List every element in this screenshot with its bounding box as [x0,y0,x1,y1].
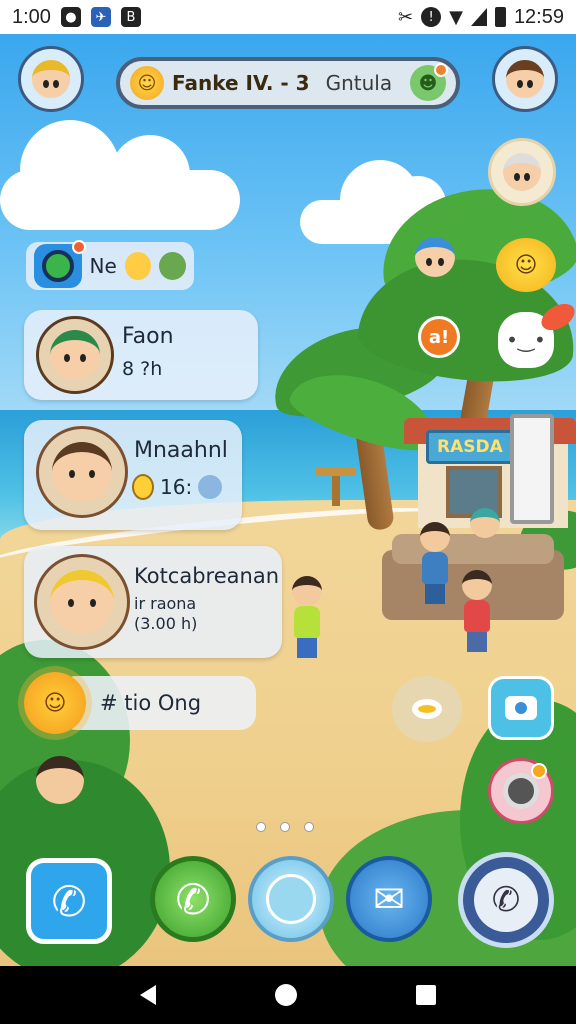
egg-button[interactable] [392,676,462,742]
shield-icon: ! [421,7,442,27]
chat-widget-label: Ne [89,254,117,278]
contact-avatar [36,426,128,518]
top-bar-title: Fanke IV. - 3 [172,71,310,95]
status-widget-text: # tio Ong [100,691,202,715]
page-dot[interactable] [280,822,290,832]
handset-icon: ✆ [474,868,538,932]
phone-icon: ✆ [175,874,211,924]
circle-o-icon: ● [60,7,81,27]
person-sitting [420,522,450,604]
page-indicator [256,822,314,832]
messages-app-icon[interactable]: ✉ [346,856,432,942]
beach-table [316,468,356,476]
top-search-bar[interactable]: ☺ Fanke IV. - 3 Gntula ☻ [116,57,460,109]
browser-app-icon[interactable] [248,856,334,942]
profile-avatar-left[interactable] [18,46,84,112]
contact-name: Mnaahnl [134,438,228,463]
navigation-bar [0,966,576,1024]
contact-meta: 8 ?h [122,358,163,380]
tree-avatar-grandma[interactable] [488,138,556,206]
phone-app-icon[interactable]: ✆ [26,858,112,944]
contact-card[interactable]: Faon 8 ?h [24,310,258,400]
frog-icon[interactable]: ☻ [410,63,448,101]
hut-sign: RASDA [426,430,514,464]
wifi-icon: ▼ [449,6,463,28]
flower-icon [159,252,186,280]
notification-dot [434,63,448,77]
person-in-bush [36,756,84,804]
person-walking [292,576,322,658]
speech-bubble[interactable]: a! [418,316,460,358]
home-button[interactable] [274,984,297,1006]
contact-card[interactable]: Mnaahnl 16: [24,420,242,530]
egg-icon [412,699,442,719]
battery-icon [494,7,506,27]
record-icon [503,773,539,809]
status-widget[interactable]: # tio Ong [60,676,256,730]
person-peeking [470,508,500,538]
contact-meta: ir raona [134,594,197,613]
recents-button[interactable] [416,985,437,1005]
phone-icon: ✆ [51,876,87,926]
status-time: 1:00 [12,5,51,28]
tree-avatar-kid[interactable] [410,232,460,282]
contact-meta: (3.00 h) [134,614,198,633]
home-screen: RASDA 1:00 ● ✈ B ✂ ! ▼ 12:59 ☺ Fanke IV.… [0,0,576,1024]
chat-widget[interactable]: Ne [26,240,194,290]
back-button[interactable] [139,985,156,1005]
notification-dot [71,240,86,254]
call-app-icon[interactable]: ✆ [150,856,236,942]
smiley-icon: ☺ [130,66,164,100]
contact-name: Faon [122,324,174,349]
sun-face-icon [124,252,152,280]
egg-icon [132,474,154,500]
status-bar: 1:00 ● ✈ B ✂ ! ▼ 12:59 [0,0,576,34]
chat-icon[interactable] [34,240,86,288]
contact-meta-value: 16: [160,475,193,499]
profile-avatar-right[interactable] [492,46,558,112]
contact-card[interactable]: Kotcabreanan ir raona (3.00 h) [24,546,282,658]
contact-avatar [34,554,130,650]
cloud [0,120,240,230]
record-button[interactable] [488,758,554,824]
sun-icon: ☺ [24,672,86,734]
contact-meta: 16: [132,474,223,500]
status-clock: 12:59 [513,5,564,28]
signal-icon [470,8,487,26]
map-icon: ✈ [90,7,111,27]
scissors-icon: ✂ [398,6,414,28]
camera-icon [505,696,537,720]
bee-icon[interactable]: ☺ [496,238,556,292]
person-standing [462,570,492,652]
page-dot[interactable] [304,822,314,832]
contact-name: Kotcabreanan [134,564,280,588]
contact-avatar [36,316,114,394]
mini-avatar-icon [198,475,223,499]
globe-icon [266,874,316,924]
camera-button[interactable] [488,676,554,740]
top-bar-subtitle: Gntula [325,71,393,95]
notification-dot [531,763,547,779]
envelope-icon: ✉ [373,877,405,921]
door-panel [510,414,554,524]
speech-bubble-text: a! [428,326,450,348]
beach-table-leg [332,476,340,506]
page-dot[interactable] [256,822,266,832]
b-icon: B [120,7,141,27]
dialer-app-icon[interactable]: ✆ [458,852,554,948]
